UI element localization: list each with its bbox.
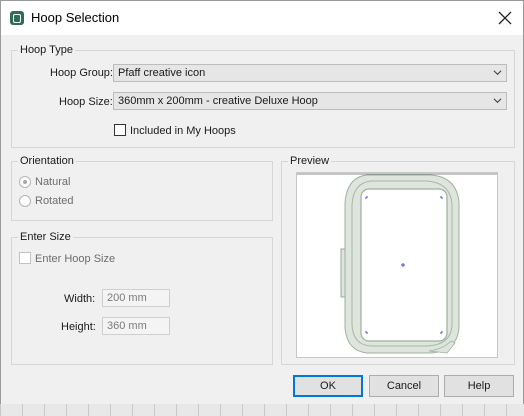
hoop-selection-dialog: Hoop Selection Hoop Type Hoop Group: Pfa… <box>0 0 524 406</box>
width-value: 200 mm <box>107 292 147 304</box>
natural-label[interactable]: Natural <box>35 176 70 188</box>
preview-legend: Preview <box>288 155 332 167</box>
hoop-preview-image <box>297 173 497 354</box>
window-title: Hoop Selection <box>31 10 120 25</box>
width-label: Width: <box>64 293 96 305</box>
help-button[interactable]: Help <box>444 375 514 397</box>
height-value: 360 mm <box>107 320 147 332</box>
enter-hoop-size-label[interactable]: Enter Hoop Size <box>35 253 115 265</box>
enter-size-legend: Enter Size <box>18 231 73 243</box>
cancel-button[interactable]: Cancel <box>369 375 439 397</box>
hoop-group-select[interactable]: Pfaff creative icon <box>113 64 507 82</box>
background-ruler-strip <box>0 404 524 416</box>
hoop-type-legend: Hoop Type <box>18 44 76 56</box>
hoop-preview <box>296 172 498 358</box>
chevron-down-icon <box>493 98 502 104</box>
rotated-radio[interactable] <box>19 195 31 207</box>
chevron-down-icon <box>493 70 502 76</box>
hoop-size-select[interactable]: 360mm x 200mm - creative Deluxe Hoop <box>113 92 507 110</box>
orientation-legend: Orientation <box>18 155 76 167</box>
app-icon <box>10 11 24 25</box>
width-field[interactable]: 200 mm <box>102 289 170 307</box>
included-in-my-hoops-checkbox[interactable] <box>114 124 126 136</box>
hoop-size-value: 360mm x 200mm - creative Deluxe Hoop <box>118 95 318 107</box>
title-bar: Hoop Selection <box>1 1 523 35</box>
orientation-group: Orientation <box>11 155 273 221</box>
height-field[interactable]: 360 mm <box>102 317 170 335</box>
hoop-group-value: Pfaff creative icon <box>118 67 206 79</box>
close-icon <box>498 11 512 25</box>
enter-hoop-size-checkbox[interactable] <box>19 252 31 264</box>
natural-radio[interactable] <box>19 176 31 188</box>
hoop-size-label: Hoop Size: <box>59 96 113 108</box>
rotated-label[interactable]: Rotated <box>35 195 74 207</box>
close-button[interactable] <box>493 6 517 30</box>
ok-button[interactable]: OK <box>293 375 363 397</box>
included-in-my-hoops-label[interactable]: Included in My Hoops <box>130 125 236 137</box>
hoop-group-label: Hoop Group: <box>50 67 113 79</box>
height-label: Height: <box>61 321 96 333</box>
